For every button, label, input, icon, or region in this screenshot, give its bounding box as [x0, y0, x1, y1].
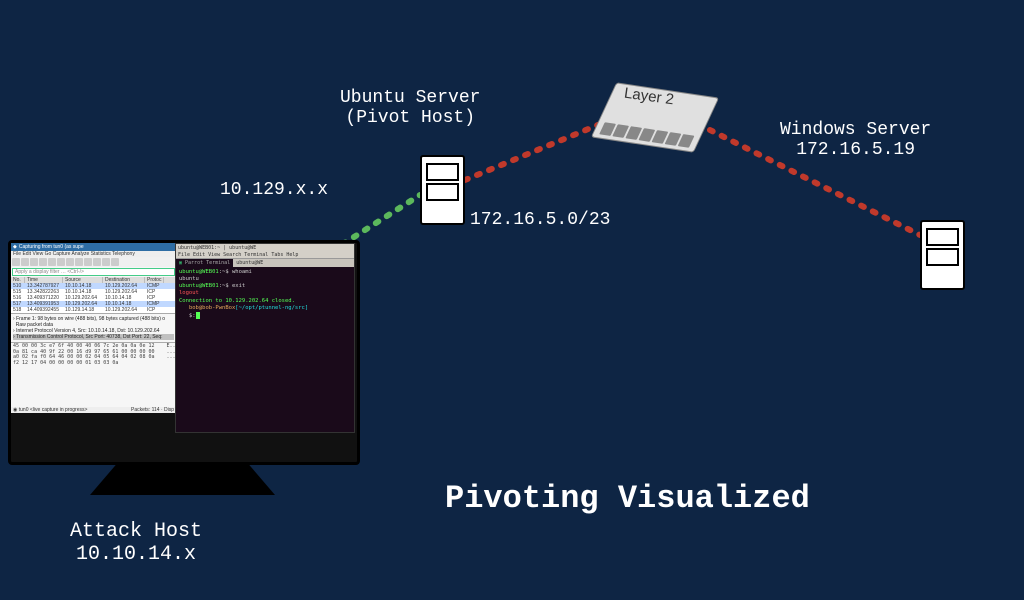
subnet-label: 172.16.5.0/23 — [470, 210, 610, 230]
terminal-window: ubuntu@WEB01:~ | ubuntu@WE File Edit Vie… — [175, 243, 355, 433]
windows-server-icon — [920, 220, 965, 290]
monitor-stand — [90, 460, 275, 495]
ubuntu-ip: 10.129.x.x — [220, 180, 328, 200]
terminal-menu: File Edit View Search Terminal Tabs Help — [176, 252, 354, 259]
wireshark-window: ◆ Capturing from tun0 (as supe File Edit… — [11, 243, 176, 413]
ubuntu-server-icon — [420, 155, 465, 225]
attack-host-label: Attack Host 10.10.14.x — [70, 520, 202, 566]
wireshark-status: ◉ tun0 <live capture in progress>Packets… — [11, 407, 176, 413]
wireshark-filter: Apply a display filter … <Ctrl-/> — [12, 268, 175, 276]
wireshark-toolbar — [11, 257, 176, 267]
packet-row: 51814.40939245510.129.14.1810.129.202.64… — [11, 307, 176, 313]
terminal-titlebar: ubuntu@WEB01:~ | ubuntu@WE — [176, 244, 354, 252]
terminal-tabs: ▣ Parrot Terminal ubuntu@WE — [176, 259, 354, 267]
terminal-body: ubuntu@WEB01:~$ whoami ubuntu ubuntu@WEB… — [176, 267, 354, 322]
wireshark-hex: 45 00 00 3c e7 6f 40 00 40 06 7c 2e 0a 0… — [11, 342, 176, 367]
diagram-title: Pivoting Visualized — [445, 480, 810, 517]
windows-label: Windows Server 172.16.5.19 — [780, 120, 931, 160]
ubuntu-label: Ubuntu Server (Pivot Host) — [340, 88, 480, 128]
wireshark-detail: › Frame 1: 98 bytes on wire (488 bits), … — [11, 313, 176, 342]
wireshark-titlebar: ◆ Capturing from tun0 (as supe — [11, 243, 176, 251]
